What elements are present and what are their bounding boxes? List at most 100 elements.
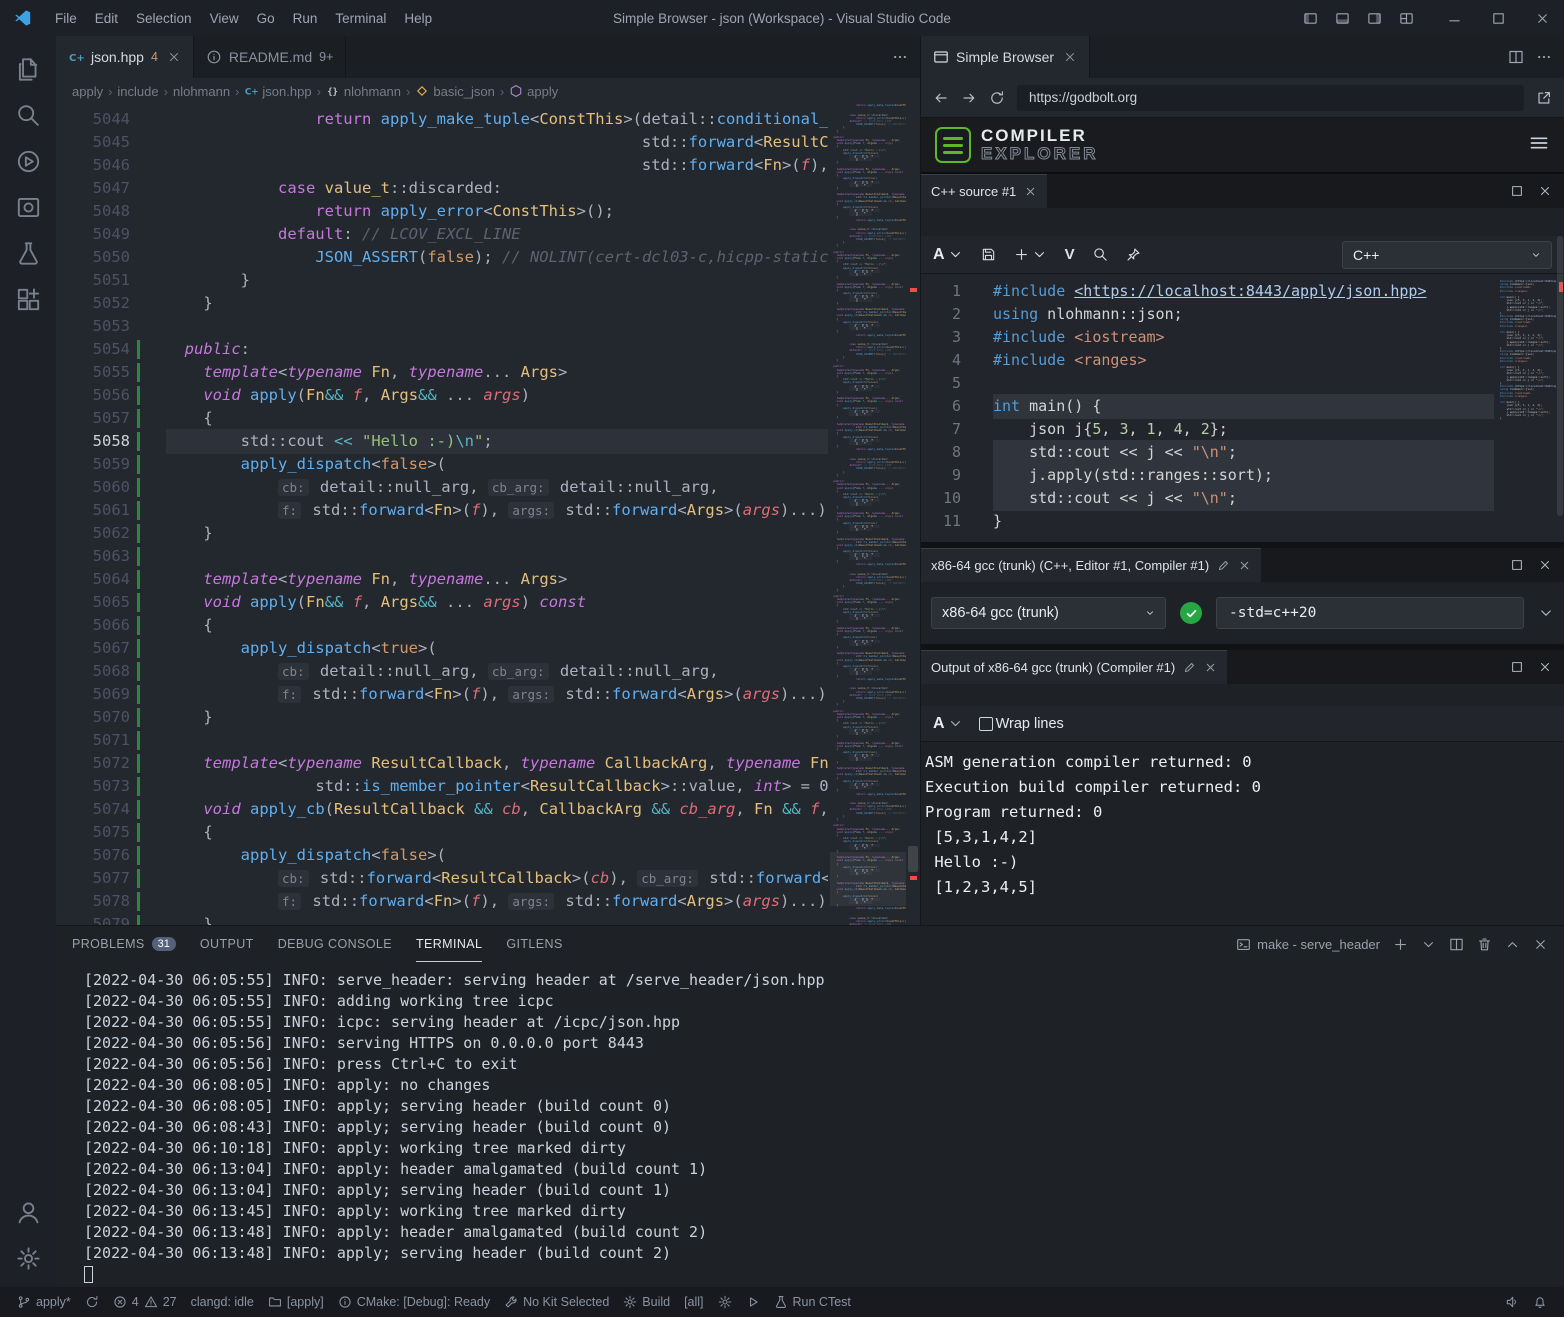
menu-edit[interactable]: Edit (86, 0, 127, 36)
minimap[interactable]: return apply_make_tuple<ConstThis>(detai… (830, 104, 906, 925)
cmake-build[interactable]: Build (616, 1287, 677, 1317)
tab-simple-browser[interactable]: Simple Browser (921, 36, 1090, 78)
activity-preview[interactable] (4, 184, 52, 230)
menu-run[interactable]: Run (284, 0, 327, 36)
close-window-button[interactable] (1520, 0, 1564, 36)
close-pane-icon[interactable] (1538, 558, 1552, 572)
compiler-select[interactable]: x86-64 gcc (trunk) (931, 597, 1166, 629)
wrap-lines-checkbox[interactable]: Wrap lines (979, 716, 1064, 732)
back-icon[interactable] (933, 90, 949, 106)
tab-json.hpp[interactable]: C+json.hpp4 (56, 36, 194, 78)
maximize-panel-icon[interactable] (1505, 937, 1520, 952)
menu-selection[interactable]: Selection (127, 0, 201, 36)
output-pane-tab[interactable]: Output of x86-64 gcc (trunk) (Compiler #… (921, 650, 1227, 684)
split-terminal-icon[interactable] (1449, 937, 1464, 952)
maximize-pane-icon[interactable] (1510, 558, 1524, 572)
terminal-picker-icon[interactable] (1421, 937, 1436, 952)
maximize-button[interactable] (1476, 0, 1520, 36)
hamburger-menu-icon[interactable] (1528, 132, 1550, 159)
git-branch[interactable]: apply* (10, 1287, 78, 1317)
close-pane-icon[interactable] (1238, 559, 1251, 572)
sync-changes[interactable] (78, 1287, 106, 1317)
browser-more-actions-icon[interactable] (1536, 49, 1552, 65)
notifications[interactable] (1526, 1287, 1554, 1317)
menu-terminal[interactable]: Terminal (326, 0, 395, 36)
activity-run-debug[interactable] (4, 138, 52, 184)
search-icon[interactable] (1093, 247, 1108, 262)
cmake-status[interactable]: CMake: [Debug]: Ready (331, 1287, 497, 1317)
tab-README.md[interactable]: README.md9+ (194, 36, 347, 78)
language-select[interactable]: C++ (1342, 241, 1552, 269)
activity-account[interactable] (4, 1189, 52, 1235)
font-size-button[interactable]: A (933, 246, 963, 264)
editor-scrollbar[interactable] (906, 104, 920, 925)
libraries-dropdown-icon[interactable] (1538, 605, 1554, 621)
editor-code-area[interactable]: return apply_make_tuple<ConstThis>(detai… (166, 108, 828, 925)
feedback[interactable] (1498, 1287, 1526, 1317)
activity-testing[interactable] (4, 230, 52, 276)
source-pane-tab[interactable]: C++ source #1 (921, 174, 1047, 208)
url-input[interactable] (1017, 85, 1524, 111)
problems[interactable]: 427 (106, 1287, 184, 1317)
kill-terminal-icon[interactable] (1477, 937, 1492, 952)
breadcrumb-apply[interactable]: apply (72, 84, 103, 99)
cmake-folder[interactable]: [apply] (261, 1287, 331, 1317)
close-pane-icon[interactable] (1024, 185, 1037, 198)
close-pane-icon[interactable] (1538, 184, 1552, 198)
close-pane-icon[interactable] (1538, 660, 1552, 674)
open-external-icon[interactable] (1536, 90, 1552, 106)
activity-extensions[interactable] (4, 276, 52, 322)
code-editor[interactable]: 5044504550465047504850495050505150525053… (56, 104, 920, 925)
breadcrumb-basic_json[interactable]: basic_json (415, 84, 494, 99)
scrollbar-slider[interactable] (908, 846, 918, 872)
breadcrumb-nlohmann[interactable]: {}nlohmann (326, 84, 401, 99)
save-icon[interactable] (981, 247, 996, 262)
activity-gear[interactable] (4, 1235, 52, 1281)
maximize-pane-icon[interactable] (1510, 660, 1524, 674)
compiler-options-input[interactable]: -std=c++20 (1216, 597, 1524, 629)
menu-file[interactable]: File (46, 0, 86, 36)
godbolt-minimap[interactable]: #include <https://localhost:8443/apply/j… (1500, 280, 1556, 420)
vim-mode-button[interactable]: V (1065, 246, 1075, 263)
breadcrumb-json.hpp[interactable]: C+json.hpp (244, 84, 311, 99)
forward-icon[interactable] (961, 90, 977, 106)
panel-tab-terminal[interactable]: TERMINAL (416, 926, 482, 962)
panel-tab-debug-console[interactable]: DEBUG CONSOLE (278, 926, 392, 962)
compiler-pane-tab[interactable]: x86-64 gcc (trunk) (C++, Editor #1, Comp… (921, 548, 1261, 582)
add-pane-button[interactable] (1014, 247, 1047, 262)
close-panel-icon[interactable] (1533, 937, 1548, 952)
cmake-debug[interactable] (711, 1287, 739, 1317)
breadcrumb-nlohmann[interactable]: nlohmann (173, 84, 230, 99)
godbolt-code-area[interactable]: #include <https://localhost:8443/apply/j… (993, 280, 1494, 542)
toggle-panel-icon[interactable] (1326, 0, 1358, 36)
customize-layout-icon[interactable] (1390, 0, 1422, 36)
editor-more-actions-icon[interactable] (892, 49, 908, 65)
pin-icon[interactable] (1126, 247, 1141, 262)
clangd-status[interactable]: clangd: idle (184, 1287, 261, 1317)
toggle-secondary-sidebar-icon[interactable] (1358, 0, 1390, 36)
minimize-button[interactable] (1432, 0, 1476, 36)
terminal-task[interactable]: make - serve_header (1236, 937, 1380, 952)
close-pane-icon[interactable] (1204, 661, 1217, 674)
run-ctest[interactable]: Run CTest (767, 1287, 858, 1317)
panel-tab-output[interactable]: OUTPUT (200, 926, 254, 962)
cmake-launch[interactable] (739, 1287, 767, 1317)
webview-scrollbar[interactable] (1556, 176, 1564, 925)
compiler-explorer-logo-icon[interactable] (935, 127, 971, 163)
close-tab-icon[interactable] (1063, 50, 1077, 64)
godbolt-source-editor[interactable]: 1234567891011 #include <https://localhos… (921, 274, 1564, 542)
rename-pane-icon[interactable] (1217, 559, 1230, 572)
split-editor-icon[interactable] (1508, 49, 1524, 65)
activity-search[interactable] (4, 92, 52, 138)
breadcrumb-apply[interactable]: apply (509, 84, 558, 99)
new-terminal-icon[interactable] (1393, 937, 1408, 952)
menu-view[interactable]: View (201, 0, 248, 36)
rename-pane-icon[interactable] (1183, 661, 1196, 674)
terminal[interactable]: [2022-04-30 06:05:55] INFO: serve_header… (56, 962, 1564, 1287)
toggle-sidebar-icon[interactable] (1294, 0, 1326, 36)
activity-explorer[interactable] (4, 46, 52, 92)
reload-icon[interactable] (989, 90, 1005, 106)
breadcrumb-include[interactable]: include (117, 84, 158, 99)
font-size-button[interactable]: A (933, 715, 963, 733)
cmake-target[interactable]: [all] (677, 1287, 710, 1317)
